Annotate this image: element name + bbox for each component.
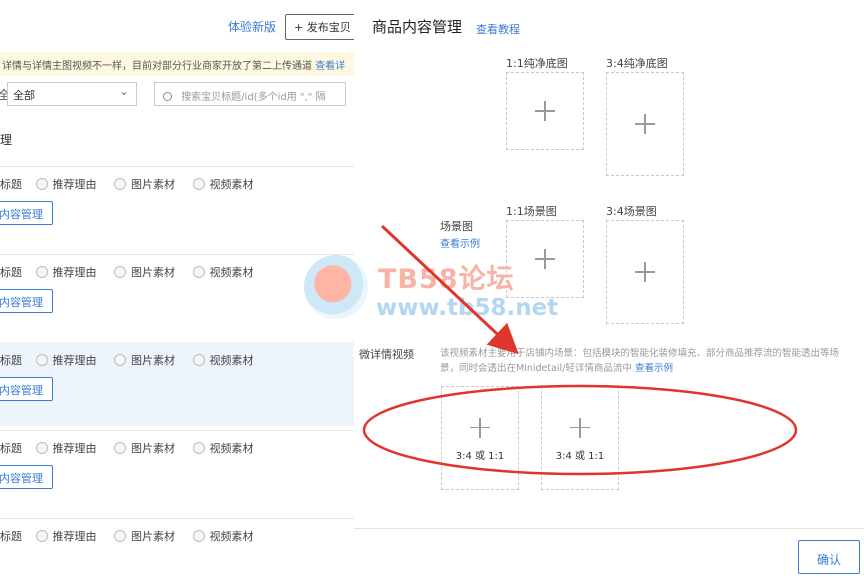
scene-image-label: 场景图 — [440, 220, 473, 233]
video-upload-1[interactable]: 3:4 或 1:1 — [441, 386, 519, 490]
table-row: 标题 推荐理由 图片素材 视频素材 内容管理 — [0, 166, 354, 250]
option-video[interactable]: 视频素材 — [192, 176, 254, 192]
content-manage-button[interactable]: 内容管理 — [0, 377, 53, 401]
radio-icon — [192, 266, 205, 278]
option-reason[interactable]: 推荐理由 — [35, 176, 97, 192]
row-options: 标题 推荐理由 图片素材 视频素材 — [0, 528, 268, 544]
panel-footer-divider — [354, 528, 864, 529]
plus-icon: + — [294, 21, 304, 34]
radio-icon — [114, 178, 126, 190]
confirm-button[interactable]: 确认 — [798, 540, 860, 574]
plus-icon — [535, 249, 555, 269]
radio-icon — [114, 266, 126, 278]
micro-detail-video-label: 微详情视频 — [359, 348, 414, 361]
filter-select[interactable]: 全部 ⌄ — [7, 82, 137, 106]
plus-icon — [535, 101, 555, 121]
table-row: 标题 推荐理由 图片素材 视频素材 — [0, 518, 354, 580]
radio-icon — [114, 442, 126, 454]
option-video[interactable]: 视频素材 — [192, 440, 254, 456]
option-image[interactable]: 图片素材 — [114, 264, 175, 280]
scene-portrait-label: 3:4场景图 — [606, 205, 657, 218]
option-image[interactable]: 图片素材 — [114, 176, 175, 192]
table-row: 标题 推荐理由 图片素材 视频素材 内容管理 — [0, 254, 354, 338]
option-image[interactable]: 图片素材 — [114, 352, 175, 368]
notice-text: 详情与详情主图视频不一样，目前对部分行业商家开放了第二上传通道 — [2, 61, 312, 72]
option-title[interactable]: 标题 — [0, 440, 22, 456]
view-tutorial-link[interactable]: 查看教程 — [476, 21, 520, 37]
content-management-panel: 商品内容管理 查看教程 1:1纯净底图 3:4纯净底图 场景图 查看示例 1:1… — [354, 0, 864, 580]
plus-icon — [635, 262, 655, 282]
option-title[interactable]: 标题 — [0, 264, 22, 280]
publish-item-label: 发布宝贝 — [306, 21, 351, 34]
search-input[interactable]: 搜索宝贝标题/id(多个id用 "," 隔 — [154, 82, 346, 106]
radio-icon — [114, 530, 126, 542]
option-title[interactable]: 标题 — [0, 528, 22, 544]
plus-icon — [570, 417, 590, 438]
video-example-link[interactable]: 查看示例 — [635, 363, 673, 374]
video-upload-2[interactable]: 3:4 或 1:1 — [541, 386, 619, 490]
table-row: 标题 推荐理由 图片素材 视频素材 内容管理 — [0, 342, 354, 426]
plus-icon — [635, 114, 655, 134]
row-options: 标题 推荐理由 图片素材 视频素材 — [0, 440, 268, 456]
row-options: 标题 推荐理由 图片素材 视频素材 — [0, 264, 268, 280]
radio-icon — [35, 354, 48, 366]
white-bg-square-label: 1:1纯净底图 — [506, 57, 568, 70]
white-bg-portrait-label: 3:4纯净底图 — [606, 57, 668, 70]
background-page: 体验新版 + 发布宝贝 详情与详情主图视频不一样，目前对部分行业商家开放了第二上… — [0, 0, 354, 580]
option-image[interactable]: 图片素材 — [114, 528, 175, 544]
option-video[interactable]: 视频素材 — [192, 352, 254, 368]
white-bg-portrait-upload[interactable] — [606, 72, 684, 176]
radio-icon — [35, 266, 48, 278]
radio-icon — [192, 442, 205, 454]
panel-title: 商品内容管理 — [372, 18, 463, 36]
chevron-down-icon: ⌄ — [118, 84, 129, 98]
content-manage-button[interactable]: 内容管理 — [0, 289, 53, 313]
option-reason[interactable]: 推荐理由 — [35, 528, 97, 544]
scene-example-link[interactable]: 查看示例 — [440, 235, 480, 250]
radio-icon — [192, 530, 205, 542]
row-options: 标题 推荐理由 图片素材 视频素材 — [0, 176, 268, 192]
search-icon — [163, 92, 172, 101]
scene-portrait-upload[interactable] — [606, 220, 684, 324]
radio-icon — [35, 178, 48, 190]
publish-item-button[interactable]: + 发布宝贝 — [285, 14, 354, 40]
radio-icon — [114, 354, 126, 366]
option-reason[interactable]: 推荐理由 — [35, 264, 97, 280]
column-header: 理 — [0, 133, 13, 147]
radio-icon — [35, 530, 48, 542]
content-manage-button[interactable]: 内容管理 — [0, 201, 53, 225]
row-options: 标题 推荐理由 图片素材 视频素材 — [0, 352, 268, 368]
option-reason[interactable]: 推荐理由 — [35, 352, 97, 368]
table-row: 标题 推荐理由 图片素材 视频素材 内容管理 — [0, 430, 354, 514]
radio-icon — [192, 354, 205, 366]
option-video[interactable]: 视频素材 — [192, 528, 254, 544]
white-bg-square-upload[interactable] — [506, 72, 584, 150]
video-ratio-hint: 3:4 或 1:1 — [555, 451, 605, 462]
plus-icon — [470, 417, 490, 438]
content-manage-button[interactable]: 内容管理 — [0, 465, 53, 489]
option-title[interactable]: 标题 — [0, 176, 22, 192]
radio-icon — [35, 442, 48, 454]
video-description: 该视频素材主要用于店铺内场景：包括模块的智能化装修填充、部分商品推荐流的智能透出… — [440, 346, 850, 376]
notice-bar: 详情与详情主图视频不一样，目前对部分行业商家开放了第二上传通道 查看详 — [0, 52, 354, 76]
search-placeholder: 搜索宝贝标题/id(多个id用 "," 隔 — [181, 92, 326, 103]
filter-select-value: 全部 — [13, 89, 35, 102]
experience-new-version-link[interactable]: 体验新版 — [228, 18, 276, 35]
radio-icon — [192, 178, 205, 190]
option-title[interactable]: 标题 — [0, 352, 22, 368]
notice-link[interactable]: 查看详 — [315, 61, 345, 72]
option-reason[interactable]: 推荐理由 — [35, 440, 97, 456]
option-image[interactable]: 图片素材 — [114, 440, 175, 456]
scene-square-upload[interactable] — [506, 220, 584, 298]
option-video[interactable]: 视频素材 — [192, 264, 254, 280]
scene-square-label: 1:1场景图 — [506, 205, 557, 218]
video-ratio-hint: 3:4 或 1:1 — [455, 451, 505, 462]
